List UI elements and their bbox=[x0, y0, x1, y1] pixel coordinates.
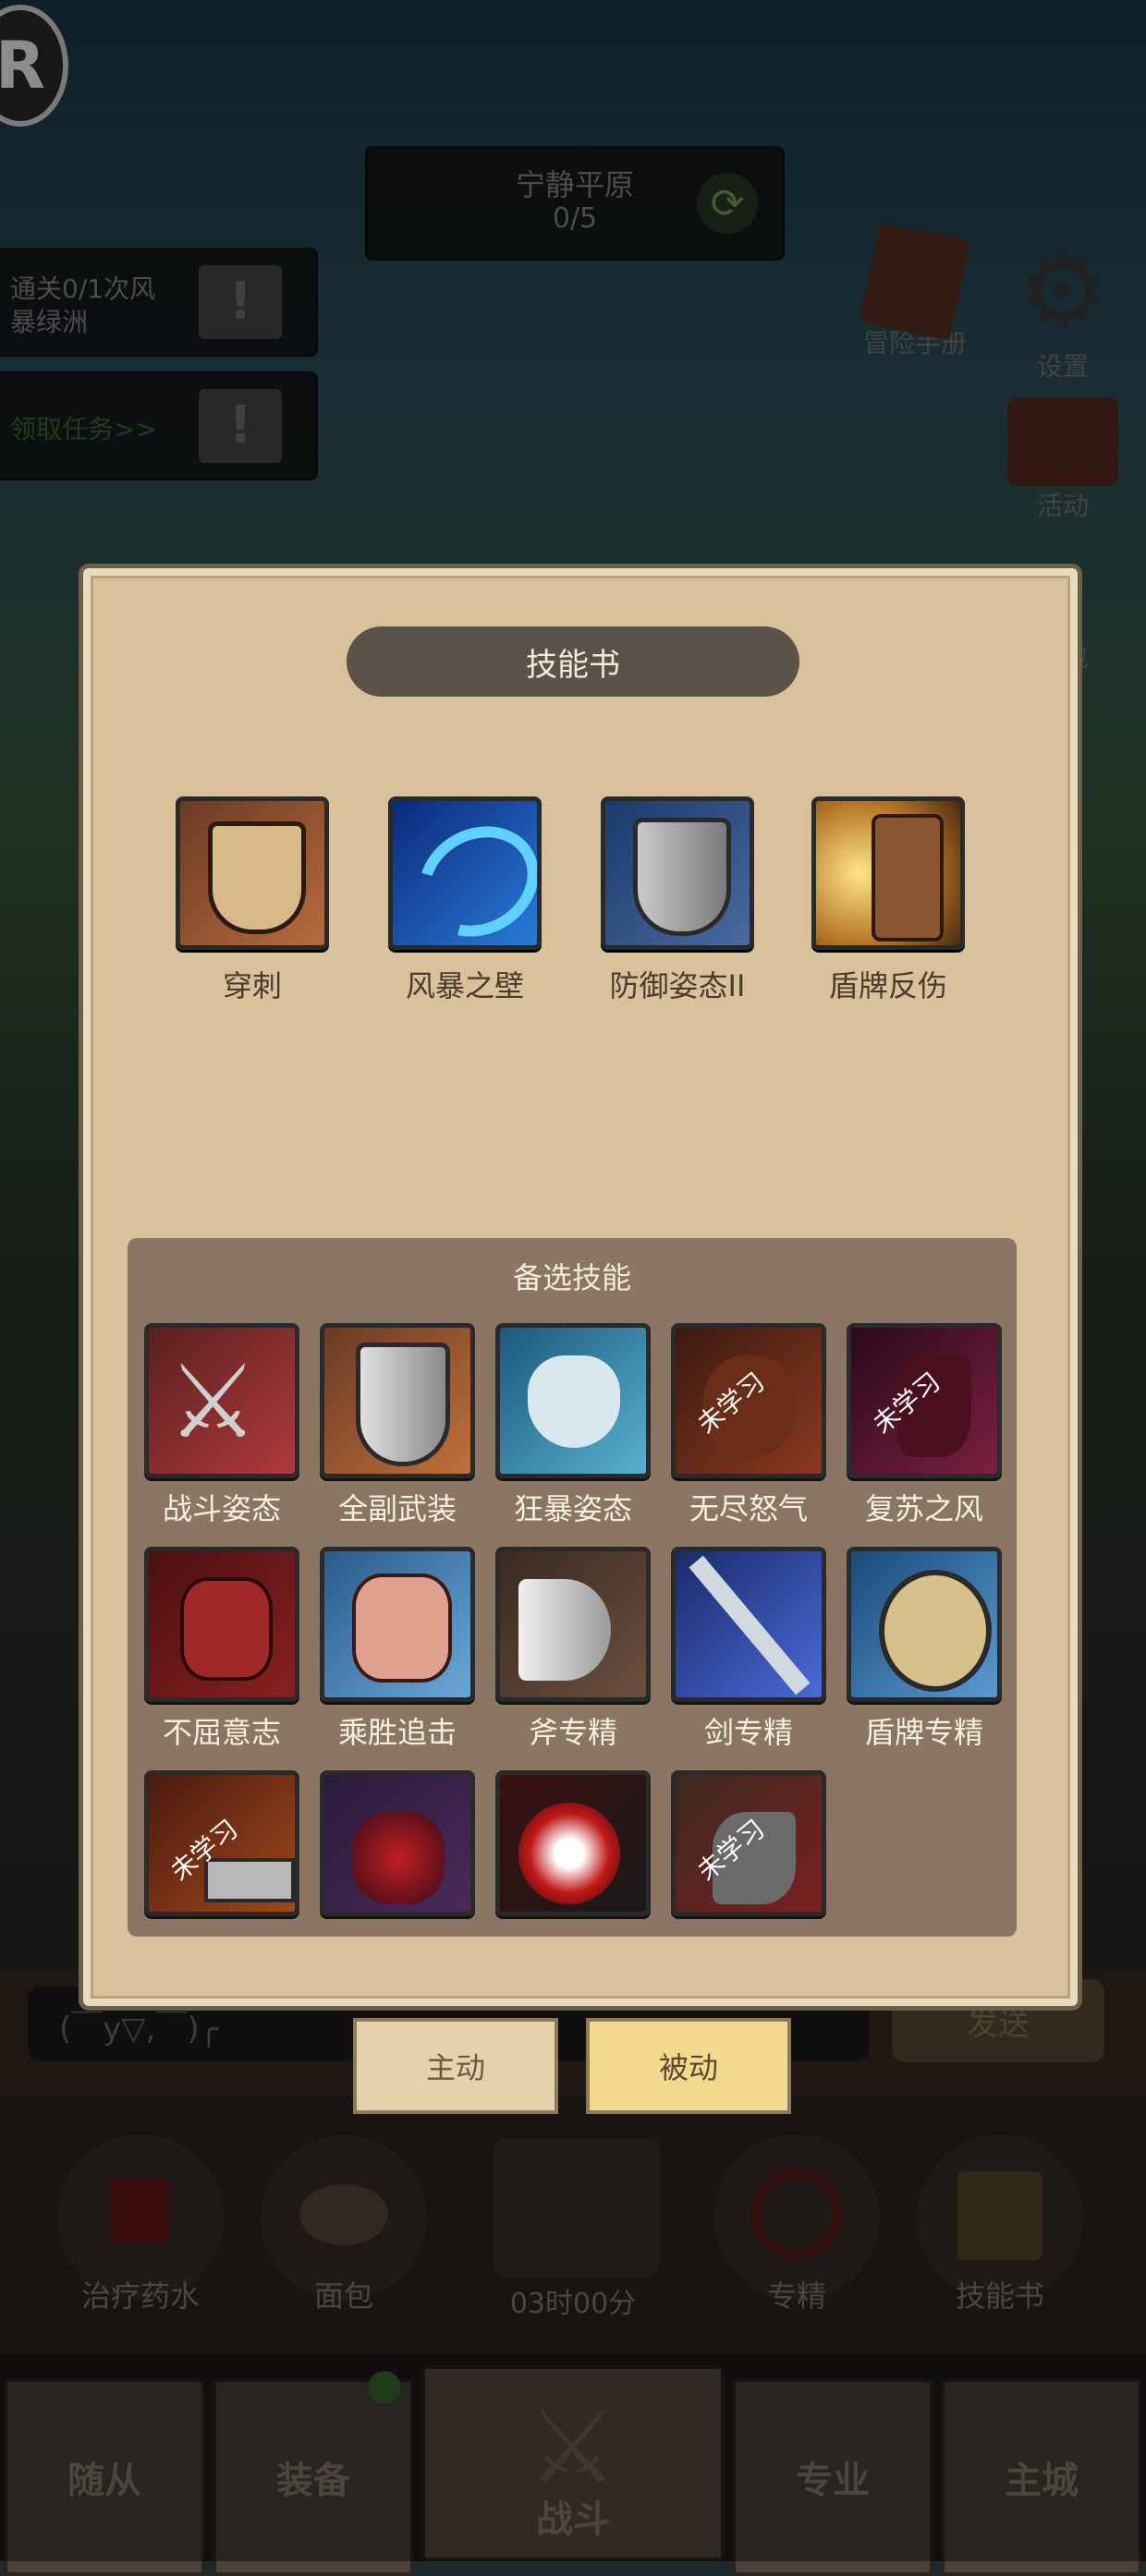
candidate-skill-label: 斧专精 bbox=[528, 1715, 617, 1750]
candidate-skill[interactable] bbox=[144, 1547, 299, 1702]
shield-icon bbox=[356, 1343, 450, 1466]
candidate-skill[interactable] bbox=[320, 1770, 475, 1916]
candidate-skill-label: 狂暴姿态 bbox=[513, 1491, 632, 1526]
candidate-skills-title: 备选技能 bbox=[512, 1260, 631, 1295]
candidate-skill[interactable] bbox=[320, 1547, 475, 1702]
equipped-skill-label: 盾牌反伤 bbox=[828, 968, 947, 1003]
slash-icon bbox=[204, 1858, 295, 1902]
equipped-skill-label: 风暴之壁 bbox=[405, 968, 524, 1003]
candidate-skill[interactable] bbox=[847, 1547, 1002, 1702]
blood-strike-icon bbox=[518, 1803, 620, 1904]
sword-icon bbox=[689, 1555, 811, 1695]
shield-pierce-icon bbox=[208, 821, 306, 934]
candidate-skill[interactable]: 未学习 bbox=[847, 1323, 1002, 1478]
candidate-skill[interactable] bbox=[495, 1323, 651, 1478]
defense-stance-icon bbox=[633, 818, 731, 936]
candidate-skill-label: 剑专精 bbox=[703, 1715, 793, 1750]
storm-wall-icon bbox=[398, 805, 537, 945]
candidate-skill-label: 盾牌专精 bbox=[864, 1715, 983, 1750]
candidate-skill-label: 不屈意志 bbox=[162, 1715, 281, 1750]
candidate-skill[interactable]: 未学习 bbox=[671, 1323, 826, 1478]
equipped-slot[interactable] bbox=[811, 796, 965, 950]
punch-icon bbox=[352, 1574, 452, 1683]
axe-icon bbox=[518, 1579, 611, 1681]
candidate-skill-label: 全副武装 bbox=[337, 1491, 457, 1526]
crossed-swords-icon: ⚔ bbox=[167, 1343, 259, 1461]
tab-passive-skills[interactable]: 被动 bbox=[586, 2018, 791, 2114]
candidate-skill[interactable] bbox=[671, 1547, 826, 1702]
round-shield-icon bbox=[879, 1570, 992, 1692]
shield-reflect-icon bbox=[872, 814, 944, 942]
candidate-skill[interactable] bbox=[495, 1547, 651, 1702]
fist-icon bbox=[180, 1577, 273, 1681]
candidate-skill-label: 复苏之风 bbox=[864, 1491, 983, 1526]
candidate-skill[interactable]: 未学习 bbox=[671, 1770, 826, 1916]
equipped-slot[interactable] bbox=[176, 796, 329, 950]
flame-fist-icon bbox=[352, 1812, 445, 1904]
equipped-slot[interactable] bbox=[601, 796, 754, 950]
equipped-slot[interactable] bbox=[388, 796, 542, 950]
equipped-skill-label: 穿刺 bbox=[222, 968, 282, 1003]
tab-active-skills[interactable]: 主动 bbox=[353, 2018, 558, 2114]
berserk-beast-icon bbox=[528, 1355, 620, 1448]
equipped-skill-label: 防御姿态II bbox=[609, 968, 746, 1003]
candidate-skill-label: 战斗姿态 bbox=[162, 1491, 281, 1526]
panel-title: 技能书 bbox=[526, 646, 620, 684]
candidate-skill[interactable] bbox=[495, 1770, 651, 1916]
candidate-skill-label: 无尽怒气 bbox=[689, 1491, 808, 1526]
candidate-skill[interactable]: 未学习 bbox=[144, 1770, 299, 1916]
candidate-skill[interactable] bbox=[320, 1323, 475, 1478]
candidate-skill-label: 乘胜追击 bbox=[337, 1715, 457, 1750]
panel-title-ribbon: 技能书 bbox=[347, 626, 799, 697]
candidate-skill[interactable]: ⚔ bbox=[144, 1323, 299, 1478]
